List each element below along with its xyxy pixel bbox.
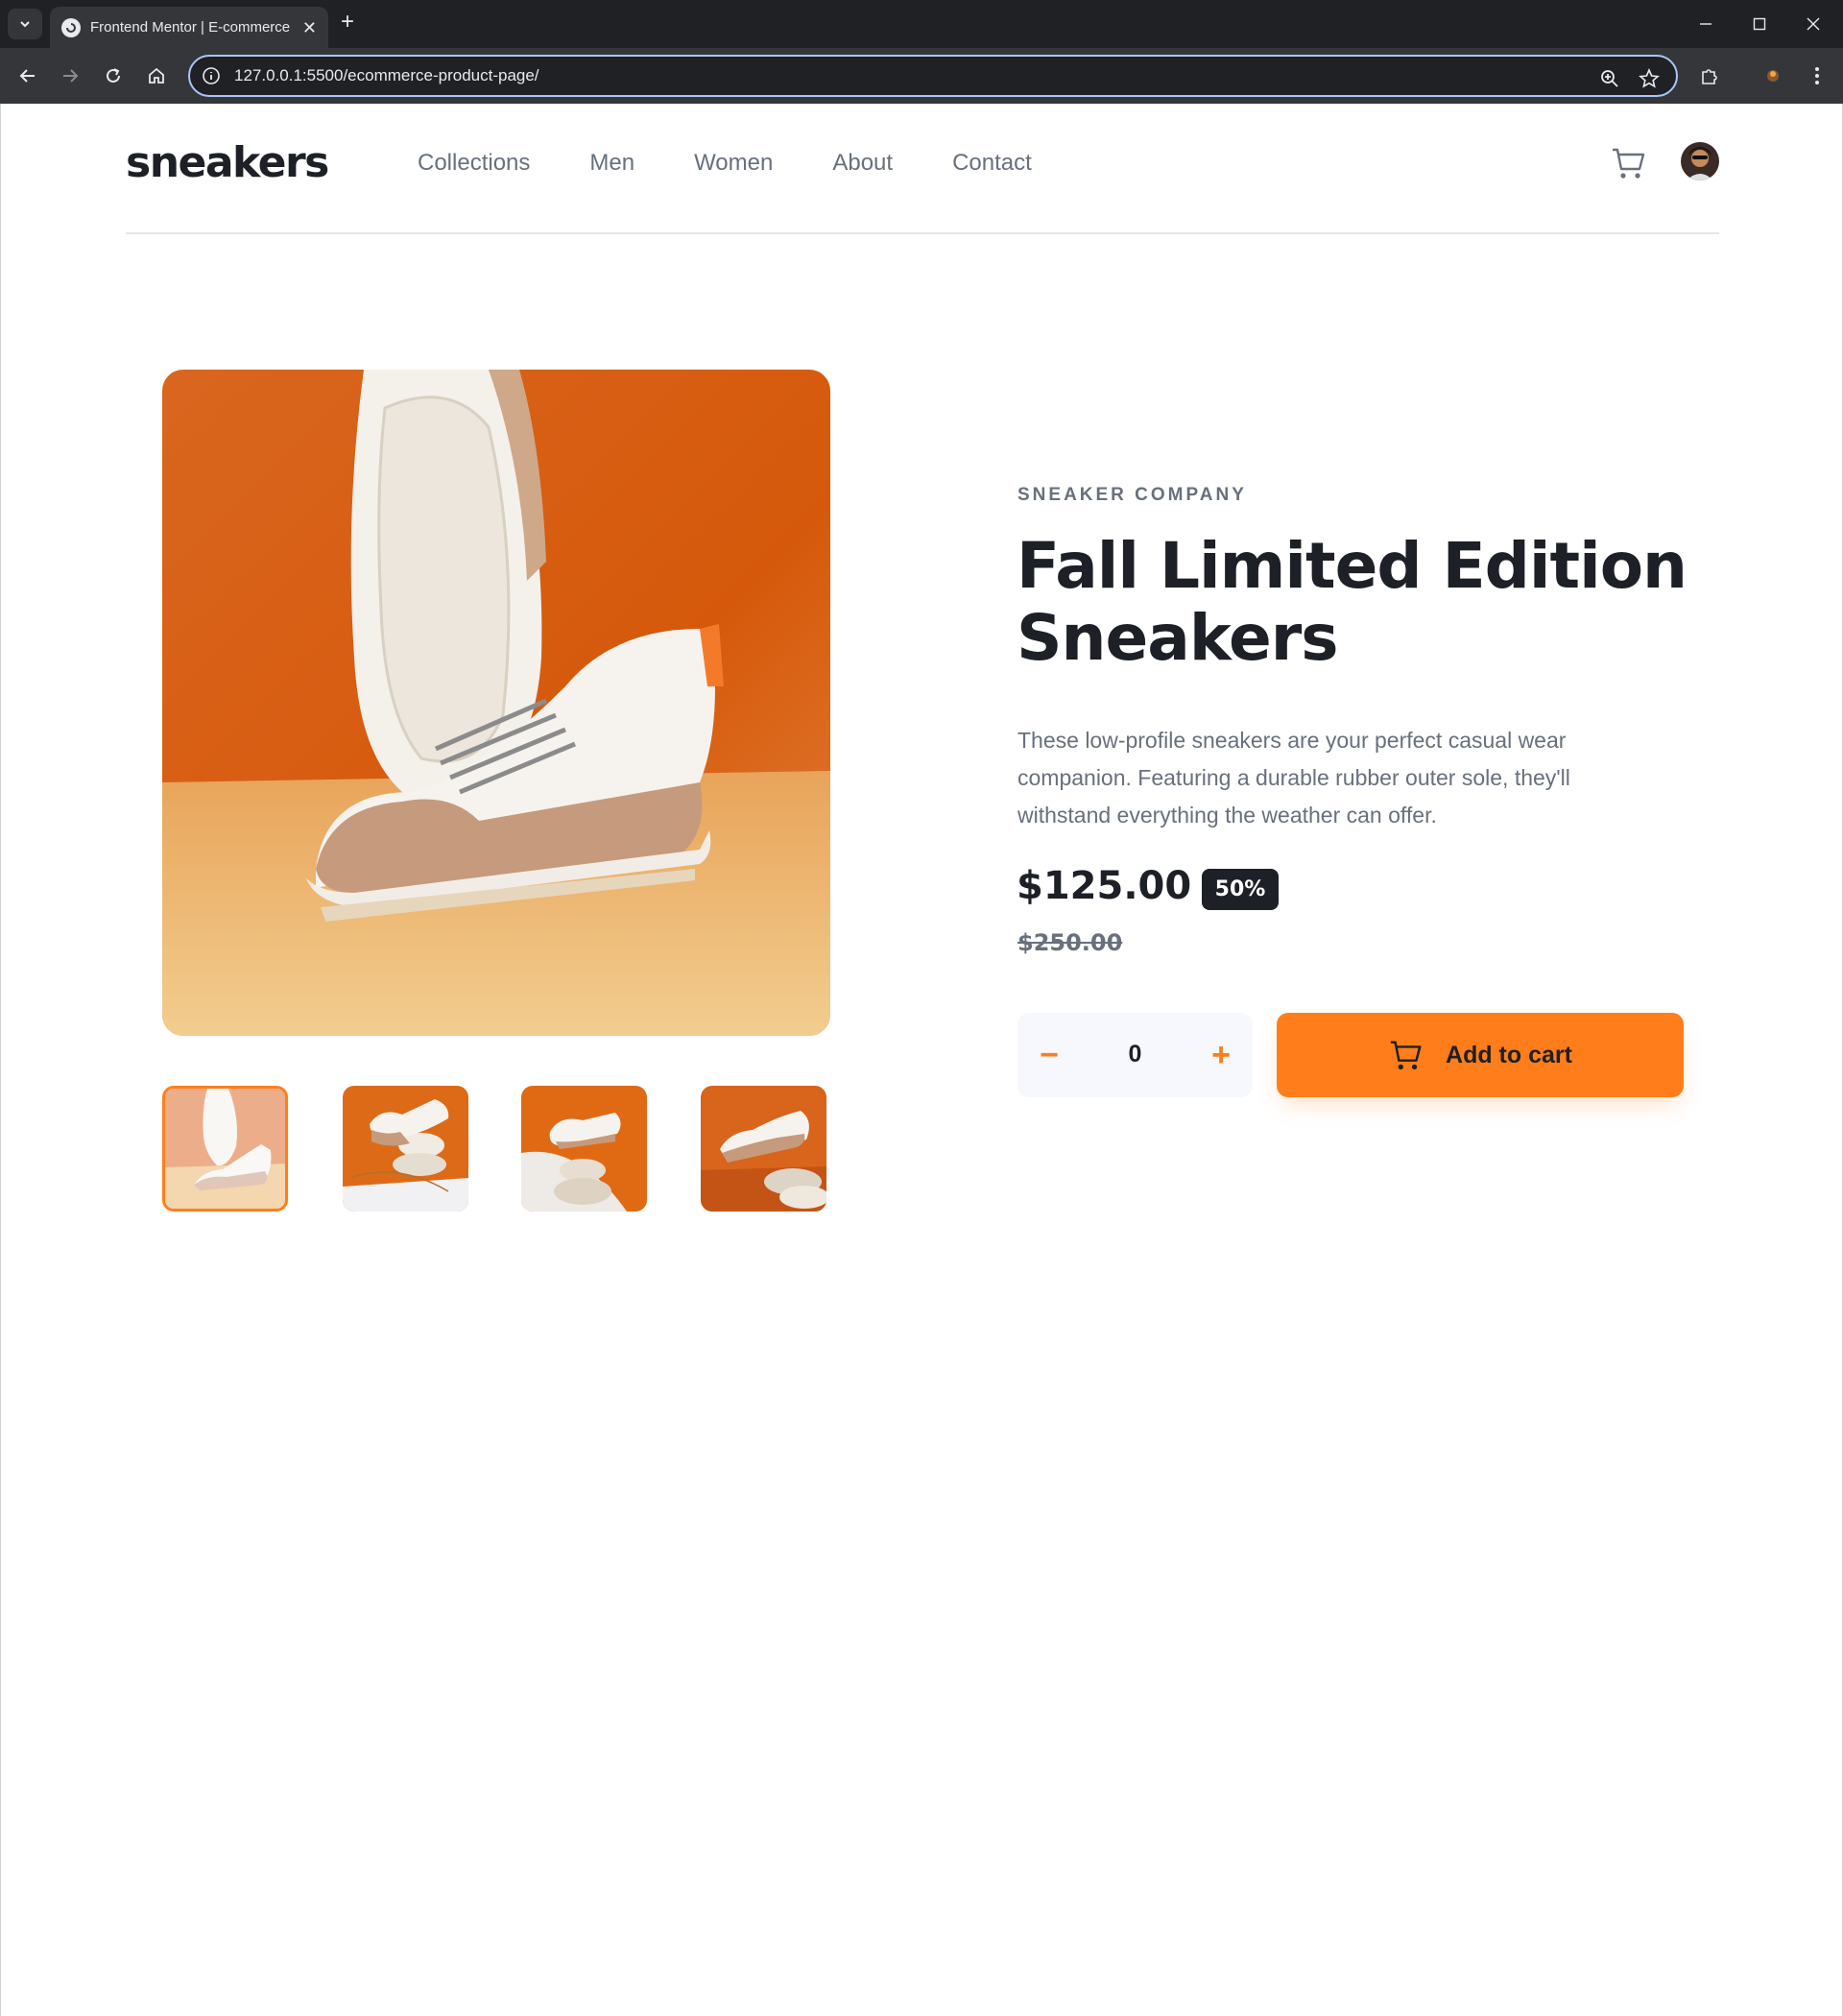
user-avatar[interactable] — [1681, 142, 1719, 180]
kebab-menu-icon — [1815, 67, 1819, 84]
tab-search-button[interactable] — [8, 9, 42, 39]
nav-link-about[interactable]: About — [832, 150, 893, 177]
thumbnail-2[interactable] — [343, 1086, 468, 1212]
avatar-image — [1681, 142, 1719, 180]
browser-tab-bar: Frontend Mentor | E-commerce ✕ + — [0, 0, 1843, 48]
thumbnail-image — [521, 1086, 647, 1212]
chevron-down-icon — [20, 21, 30, 28]
cart-icon[interactable] — [1610, 144, 1648, 182]
maximize-button[interactable] — [1740, 10, 1779, 38]
arrow-left-icon — [19, 69, 35, 83]
thumbnail-image — [343, 1086, 468, 1212]
puzzle-icon — [1702, 69, 1717, 84]
home-icon — [149, 67, 164, 84]
browser-tab[interactable]: Frontend Mentor | E-commerce ✕ — [50, 7, 328, 48]
quantity-stepper: − 0 + — [1017, 1013, 1253, 1097]
zoom-icon[interactable] — [1599, 68, 1620, 89]
reload-button[interactable] — [99, 61, 128, 90]
sneaker-photo — [162, 370, 830, 1036]
maximize-icon — [1753, 17, 1766, 31]
logo[interactable]: sneakers — [126, 138, 329, 187]
nav-link-men[interactable]: Men — [589, 150, 634, 177]
increase-quantity-button[interactable]: + — [1197, 1031, 1245, 1079]
thumbnail-image — [701, 1086, 826, 1212]
page-content: sneakers Collections Men Women About Con… — [0, 104, 1843, 2016]
tab-close-icon[interactable]: ✕ — [302, 19, 317, 36]
bookmark-star-icon[interactable] — [1639, 68, 1660, 89]
original-price: $250.00 — [1017, 929, 1123, 956]
address-bar[interactable]: 127.0.0.1:5500/ecommerce-product-page/ — [188, 55, 1678, 97]
arrow-right-icon — [63, 69, 79, 83]
forward-button[interactable] — [56, 61, 84, 90]
close-icon — [1807, 17, 1820, 31]
nav-link-women[interactable]: Women — [694, 150, 773, 177]
product-company: SNEAKER COMPANY — [1017, 485, 1247, 505]
favicon-icon — [61, 17, 81, 37]
reload-icon — [107, 68, 120, 83]
add-to-cart-button[interactable]: Add to cart — [1277, 1013, 1684, 1097]
tab-title: Frontend Mentor | E-commerce — [90, 19, 291, 36]
extension-avatar-icon — [1767, 70, 1779, 82]
product-description: These low-profile sneakers are your perf… — [1017, 728, 1570, 828]
product-main-image[interactable] — [162, 370, 830, 1036]
site-header: sneakers Collections Men Women About Con… — [126, 104, 1719, 234]
browser-toolbar: 127.0.0.1:5500/ecommerce-product-page/ — [0, 48, 1843, 104]
new-tab-button[interactable]: + — [341, 11, 354, 34]
minimize-icon — [1700, 23, 1711, 25]
profile-extension-button[interactable] — [1759, 61, 1787, 90]
extensions-button[interactable] — [1695, 61, 1724, 90]
product-title: Fall Limited Edition Sneakers — [1017, 529, 1687, 675]
thumbnail-image — [165, 1089, 285, 1209]
thumbnail-3[interactable] — [521, 1086, 647, 1212]
home-button[interactable] — [142, 61, 171, 90]
site-info-icon[interactable] — [202, 66, 221, 85]
discount-badge: 50% — [1202, 869, 1279, 910]
minimize-button[interactable] — [1687, 10, 1725, 38]
thumbnail-4[interactable] — [701, 1086, 826, 1212]
close-window-button[interactable] — [1794, 10, 1832, 38]
nav-link-contact[interactable]: Contact — [952, 150, 1032, 177]
back-button[interactable] — [13, 61, 42, 90]
main-nav: Collections Men Women About Contact — [418, 150, 1091, 177]
add-to-cart-label: Add to cart — [1446, 1041, 1572, 1068]
browser-menu-button[interactable] — [1803, 61, 1831, 90]
thumbnail-1[interactable] — [162, 1086, 288, 1212]
nav-link-collections[interactable]: Collections — [418, 150, 530, 177]
url-text[interactable]: 127.0.0.1:5500/ecommerce-product-page/ — [234, 66, 539, 85]
cart-icon — [1390, 1041, 1422, 1070]
current-price: $125.00 — [1017, 864, 1192, 908]
